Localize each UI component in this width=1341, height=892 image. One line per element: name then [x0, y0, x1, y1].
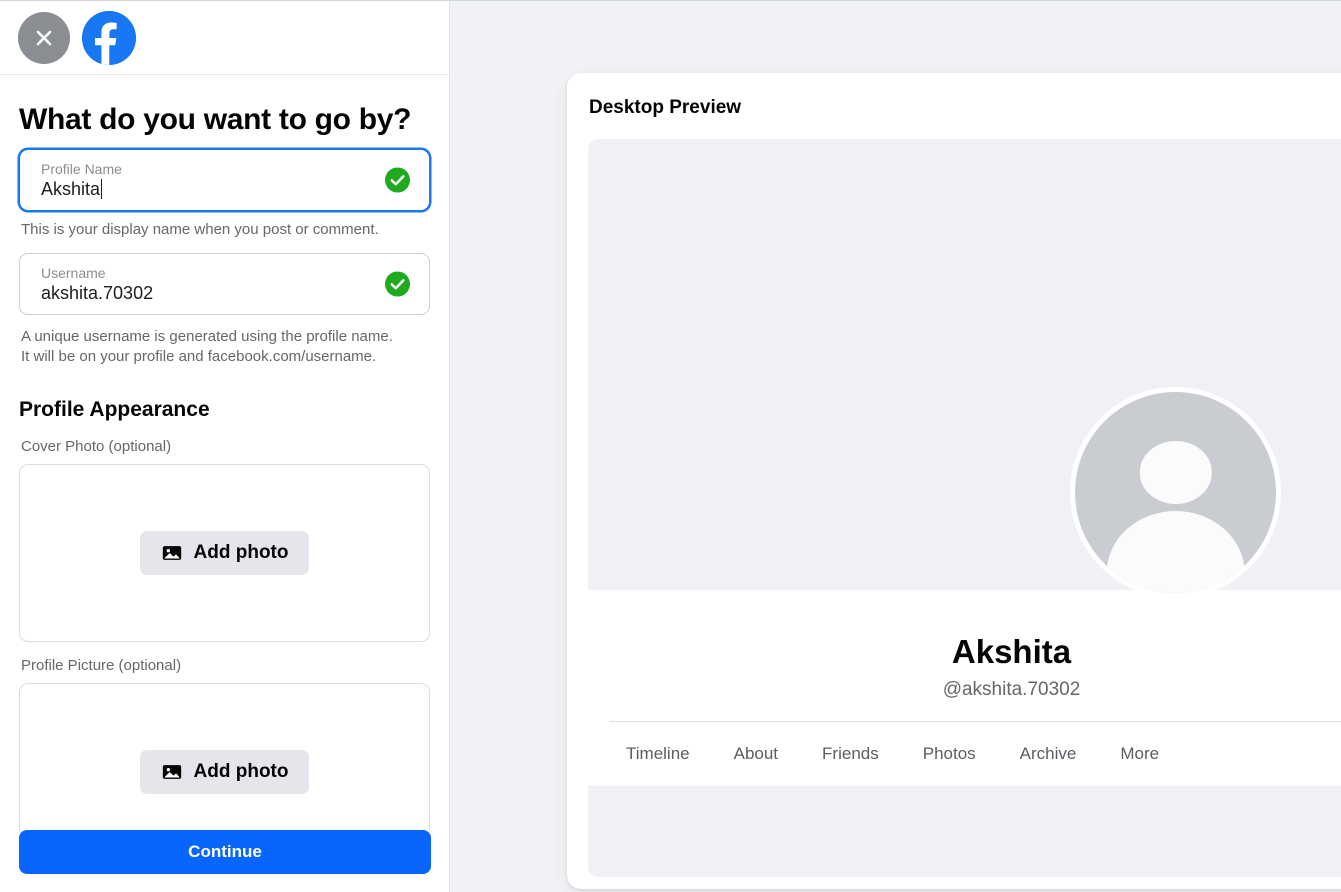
profile-name-input[interactable]: Akshita	[41, 178, 100, 200]
continue-button[interactable]: Continue	[19, 830, 431, 874]
profile-name-helper: This is your display name when you post …	[21, 221, 379, 238]
profile-picture-label: Profile Picture (optional)	[21, 657, 182, 674]
preview-title: Desktop Preview	[589, 97, 742, 118]
username-helper-line2: It will be on your profile and facebook.…	[21, 348, 377, 365]
profile-name-field[interactable]: Profile Name Akshita	[19, 149, 430, 211]
app-root: Desktop Preview Akshita @akshita.70302 T…	[0, 0, 1341, 892]
preview-cover-photo-placeholder	[588, 139, 1341, 598]
avatar-head-shape	[1139, 441, 1212, 504]
username-value-wrap: akshita.70302	[41, 282, 377, 304]
cover-photo-label: Cover Photo (optional)	[21, 438, 172, 455]
preview-tab-photos[interactable]: Photos	[923, 744, 976, 764]
username-label: Username	[41, 265, 106, 281]
profile-picture-add-photo-button[interactable]: Add photo	[139, 750, 310, 794]
profile-name-value-wrap: Akshita	[41, 178, 377, 200]
preview-identity: Akshita @akshita.70302	[588, 590, 1341, 721]
check-circle-icon	[384, 271, 411, 297]
preview-profile-mock: Akshita @akshita.70302 Timeline About Fr…	[588, 139, 1341, 877]
facebook-logo-icon	[82, 10, 136, 65]
profile-picture-add-photo-label: Add photo	[193, 761, 289, 782]
panel-footer: Continue	[0, 830, 449, 892]
avatar-body-shape	[1106, 510, 1245, 593]
profile-setup-panel: What do you want to go by? Profile Name …	[0, 1, 450, 892]
preview-tab-more[interactable]: More	[1120, 744, 1159, 764]
page-title: What do you want to go by?	[19, 103, 412, 136]
image-icon	[162, 546, 181, 560]
preview-feed-area	[588, 786, 1341, 877]
cover-photo-dropzone[interactable]: Add photo	[19, 464, 430, 642]
panel-header	[0, 1, 449, 75]
panel-body: What do you want to go by? Profile Name …	[0, 75, 449, 892]
profile-name-label: Profile Name	[41, 161, 122, 177]
preview-tab-friends[interactable]: Friends	[822, 744, 879, 764]
preview-tab-timeline[interactable]: Timeline	[626, 744, 690, 764]
username-helper-line1: A unique username is generated using the…	[21, 328, 393, 345]
preview-tab-archive[interactable]: Archive	[1020, 744, 1077, 764]
person-placeholder-icon	[1075, 392, 1276, 593]
preview-display-name: Akshita	[951, 633, 1072, 670]
preview-handle: @akshita.70302	[942, 679, 1081, 700]
profile-appearance-heading: Profile Appearance	[19, 398, 210, 421]
close-button[interactable]	[18, 11, 70, 64]
preview-avatar	[1070, 387, 1281, 598]
username-input[interactable]: akshita.70302	[41, 282, 153, 304]
cover-add-photo-label: Add photo	[193, 542, 289, 563]
preview-nav-tabs: Timeline About Friends Photos Archive Mo…	[588, 722, 1341, 786]
image-icon	[162, 765, 181, 779]
text-caret	[101, 179, 103, 199]
close-icon	[36, 30, 52, 45]
username-field[interactable]: Username akshita.70302	[19, 253, 430, 315]
desktop-preview-card: Desktop Preview Akshita @akshita.70302 T…	[567, 73, 1341, 889]
cover-add-photo-button[interactable]: Add photo	[139, 531, 310, 575]
check-circle-icon	[384, 167, 411, 193]
preview-tab-about[interactable]: About	[734, 744, 778, 764]
